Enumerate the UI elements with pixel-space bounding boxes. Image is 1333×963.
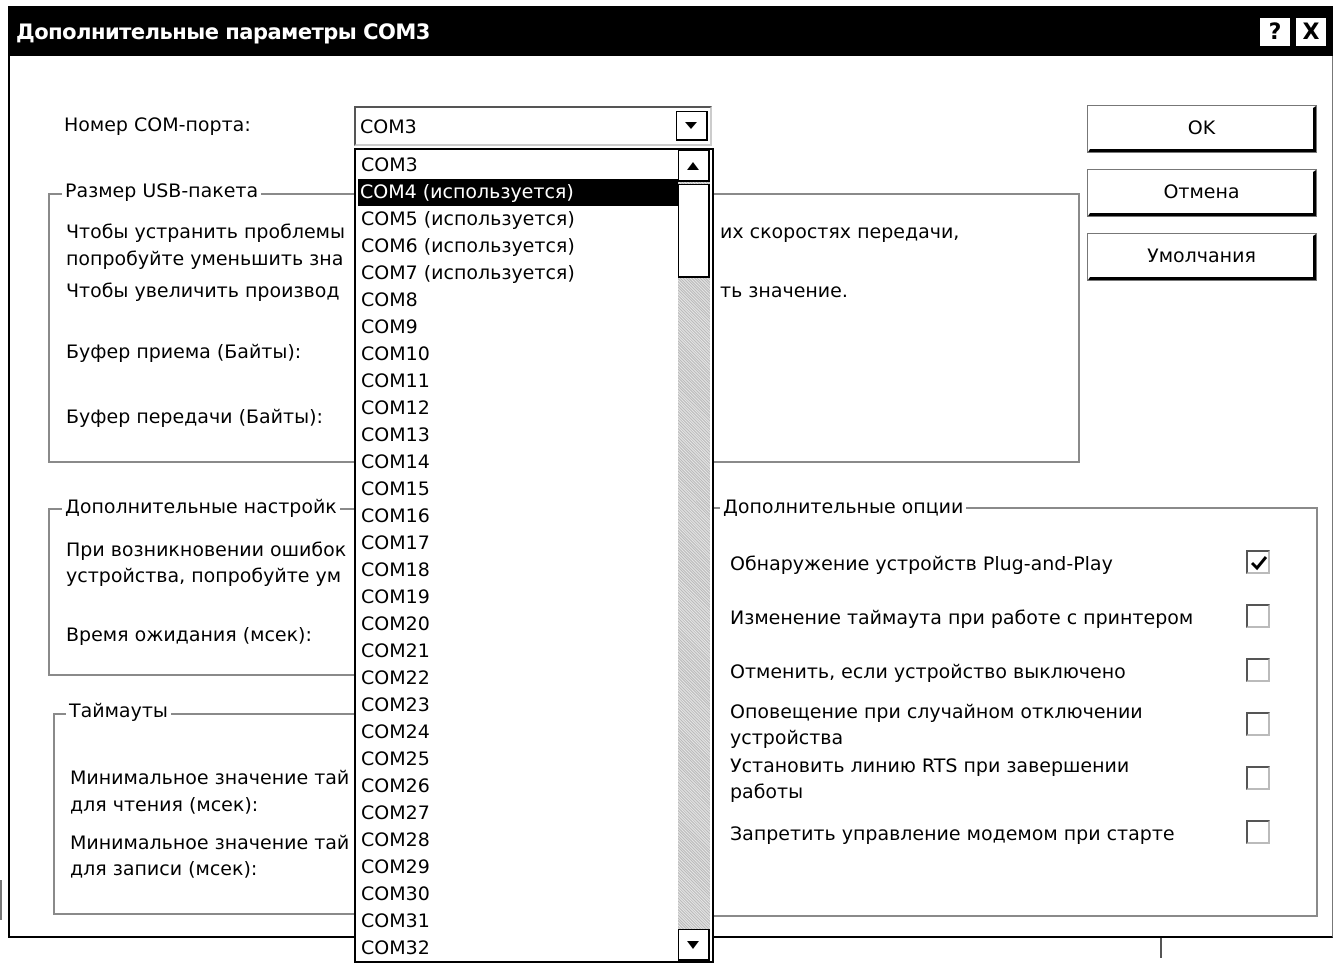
- title-bar: Дополнительные параметры COM3 ? X: [8, 6, 1333, 56]
- port-option[interactable]: COM16: [359, 503, 432, 530]
- port-option[interactable]: COM23: [359, 692, 432, 719]
- option-cancel-off-checkbox[interactable]: [1246, 658, 1270, 682]
- option-modem-checkbox[interactable]: [1246, 820, 1270, 844]
- port-option[interactable]: COM31: [359, 908, 432, 935]
- option-modem-label: Запретить управление модемом при старте: [730, 823, 1175, 845]
- port-option[interactable]: COM11: [359, 368, 432, 395]
- write-timeout-label-line1: Минимальное значение тай: [70, 832, 350, 854]
- arrow-down-icon: [687, 941, 699, 949]
- left-edge-artifact: [0, 880, 6, 920]
- option-rts-label: Установить линию RTS при завершении: [730, 755, 1130, 777]
- port-option[interactable]: COM12: [359, 395, 432, 422]
- port-option[interactable]: COM29: [359, 854, 432, 881]
- port-option[interactable]: COM19: [359, 584, 432, 611]
- port-selected-value: COM3: [360, 116, 417, 138]
- tx-buffer-label: Буфер передачи (Байты):: [66, 406, 323, 428]
- port-label: Номер COM-порта:: [64, 114, 251, 136]
- advanced-desc-line2: устройства, попробуйте ум: [66, 565, 342, 587]
- option-rts-label-line2: работы: [730, 781, 804, 803]
- help-button[interactable]: ?: [1260, 18, 1290, 46]
- option-rts-checkbox[interactable]: [1246, 766, 1270, 790]
- chevron-down-icon: [685, 122, 697, 129]
- latency-label: Время ожидания (мсек):: [66, 624, 312, 646]
- port-option[interactable]: COM8: [359, 287, 420, 314]
- option-pnp-label: Обнаружение устройств Plug-and-Play: [730, 553, 1113, 575]
- arrow-up-icon: [687, 162, 699, 170]
- advanced-group-legend: Дополнительные настройк: [62, 496, 340, 518]
- ok-button-label: OK: [1187, 117, 1216, 139]
- usb-desc-line3: Чтобы увеличить производ: [66, 280, 340, 302]
- port-option[interactable]: COM22: [359, 665, 432, 692]
- scroll-thumb[interactable]: [678, 184, 710, 278]
- read-timeout-label-line2: для чтения (мсек):: [70, 794, 259, 816]
- dropdown-scrollbar[interactable]: [678, 150, 710, 961]
- port-option[interactable]: COM4 (используется): [358, 179, 678, 206]
- usb-group-legend: Размер USB-пакета: [62, 180, 262, 202]
- usb-desc-line2: попробуйте уменьшить зна: [66, 248, 344, 270]
- port-option[interactable]: COM17: [359, 530, 432, 557]
- defaults-button-label: Умолчания: [1147, 245, 1256, 267]
- combo-dropdown-button[interactable]: [676, 111, 708, 141]
- usb-desc-line1: Чтобы устранить проблемы: [66, 221, 346, 243]
- port-option[interactable]: COM13: [359, 422, 432, 449]
- bottom-edge-artifact: [1160, 938, 1162, 958]
- port-option[interactable]: COM6 (используется): [359, 233, 577, 260]
- rx-buffer-label: Буфер приема (Байты):: [66, 341, 302, 363]
- port-option[interactable]: COM15: [359, 476, 432, 503]
- port-option[interactable]: COM27: [359, 800, 432, 827]
- port-option[interactable]: COM28: [359, 827, 432, 854]
- port-option[interactable]: COM14: [359, 449, 432, 476]
- checkmark-icon: [1250, 556, 1268, 571]
- option-printer-timeout-label: Изменение таймаута при работе с принтеро…: [730, 607, 1194, 629]
- option-cancel-off-label: Отменить, если устройство выключено: [730, 661, 1126, 683]
- option-surprise-removal-label: Оповещение при случайном отключении: [730, 701, 1143, 723]
- window-title: Дополнительные параметры COM3: [16, 20, 430, 44]
- cancel-button[interactable]: Отмена: [1087, 169, 1317, 217]
- port-dropdown-list[interactable]: COM3 COM4 (используется) COM5 (используетс…: [354, 148, 714, 963]
- usb-desc-line1-tail: их скоростях передачи,: [720, 221, 960, 243]
- port-option[interactable]: COM5 (используется): [359, 206, 577, 233]
- port-option[interactable]: COM24: [359, 719, 432, 746]
- port-option[interactable]: COM9: [359, 314, 420, 341]
- port-option[interactable]: COM10: [359, 341, 432, 368]
- ok-button[interactable]: OK: [1087, 105, 1317, 153]
- advanced-desc-line1: При возникновении ошибок: [66, 539, 347, 561]
- write-timeout-label-line2: для записи (мсек):: [70, 858, 258, 880]
- port-combobox[interactable]: COM3: [354, 106, 712, 146]
- close-button[interactable]: X: [1296, 18, 1326, 46]
- defaults-button[interactable]: Умолчания: [1087, 233, 1317, 281]
- port-option[interactable]: COM21: [359, 638, 432, 665]
- option-printer-timeout-checkbox[interactable]: [1246, 604, 1270, 628]
- port-option[interactable]: COM20: [359, 611, 432, 638]
- port-option[interactable]: COM26: [359, 773, 432, 800]
- option-surprise-removal-label-line2: устройства: [730, 727, 844, 749]
- scroll-up-button[interactable]: [678, 150, 710, 182]
- option-surprise-removal-checkbox[interactable]: [1246, 712, 1270, 736]
- scroll-down-button[interactable]: [678, 929, 710, 961]
- advanced-settings-group: [48, 508, 368, 676]
- read-timeout-label-line1: Минимальное значение тай: [70, 767, 350, 789]
- options-group-legend: Дополнительные опции: [720, 496, 967, 518]
- cancel-button-label: Отмена: [1163, 181, 1240, 203]
- port-option[interactable]: COM18: [359, 557, 432, 584]
- option-pnp-checkbox[interactable]: [1246, 550, 1270, 574]
- port-option[interactable]: COM3: [359, 152, 420, 179]
- port-option[interactable]: COM25: [359, 746, 432, 773]
- port-option[interactable]: COM7 (используется): [359, 260, 577, 287]
- usb-desc-line3-tail: ть значение.: [720, 280, 848, 302]
- timeouts-group-legend: Таймауты: [66, 700, 171, 722]
- port-option[interactable]: COM30: [359, 881, 432, 908]
